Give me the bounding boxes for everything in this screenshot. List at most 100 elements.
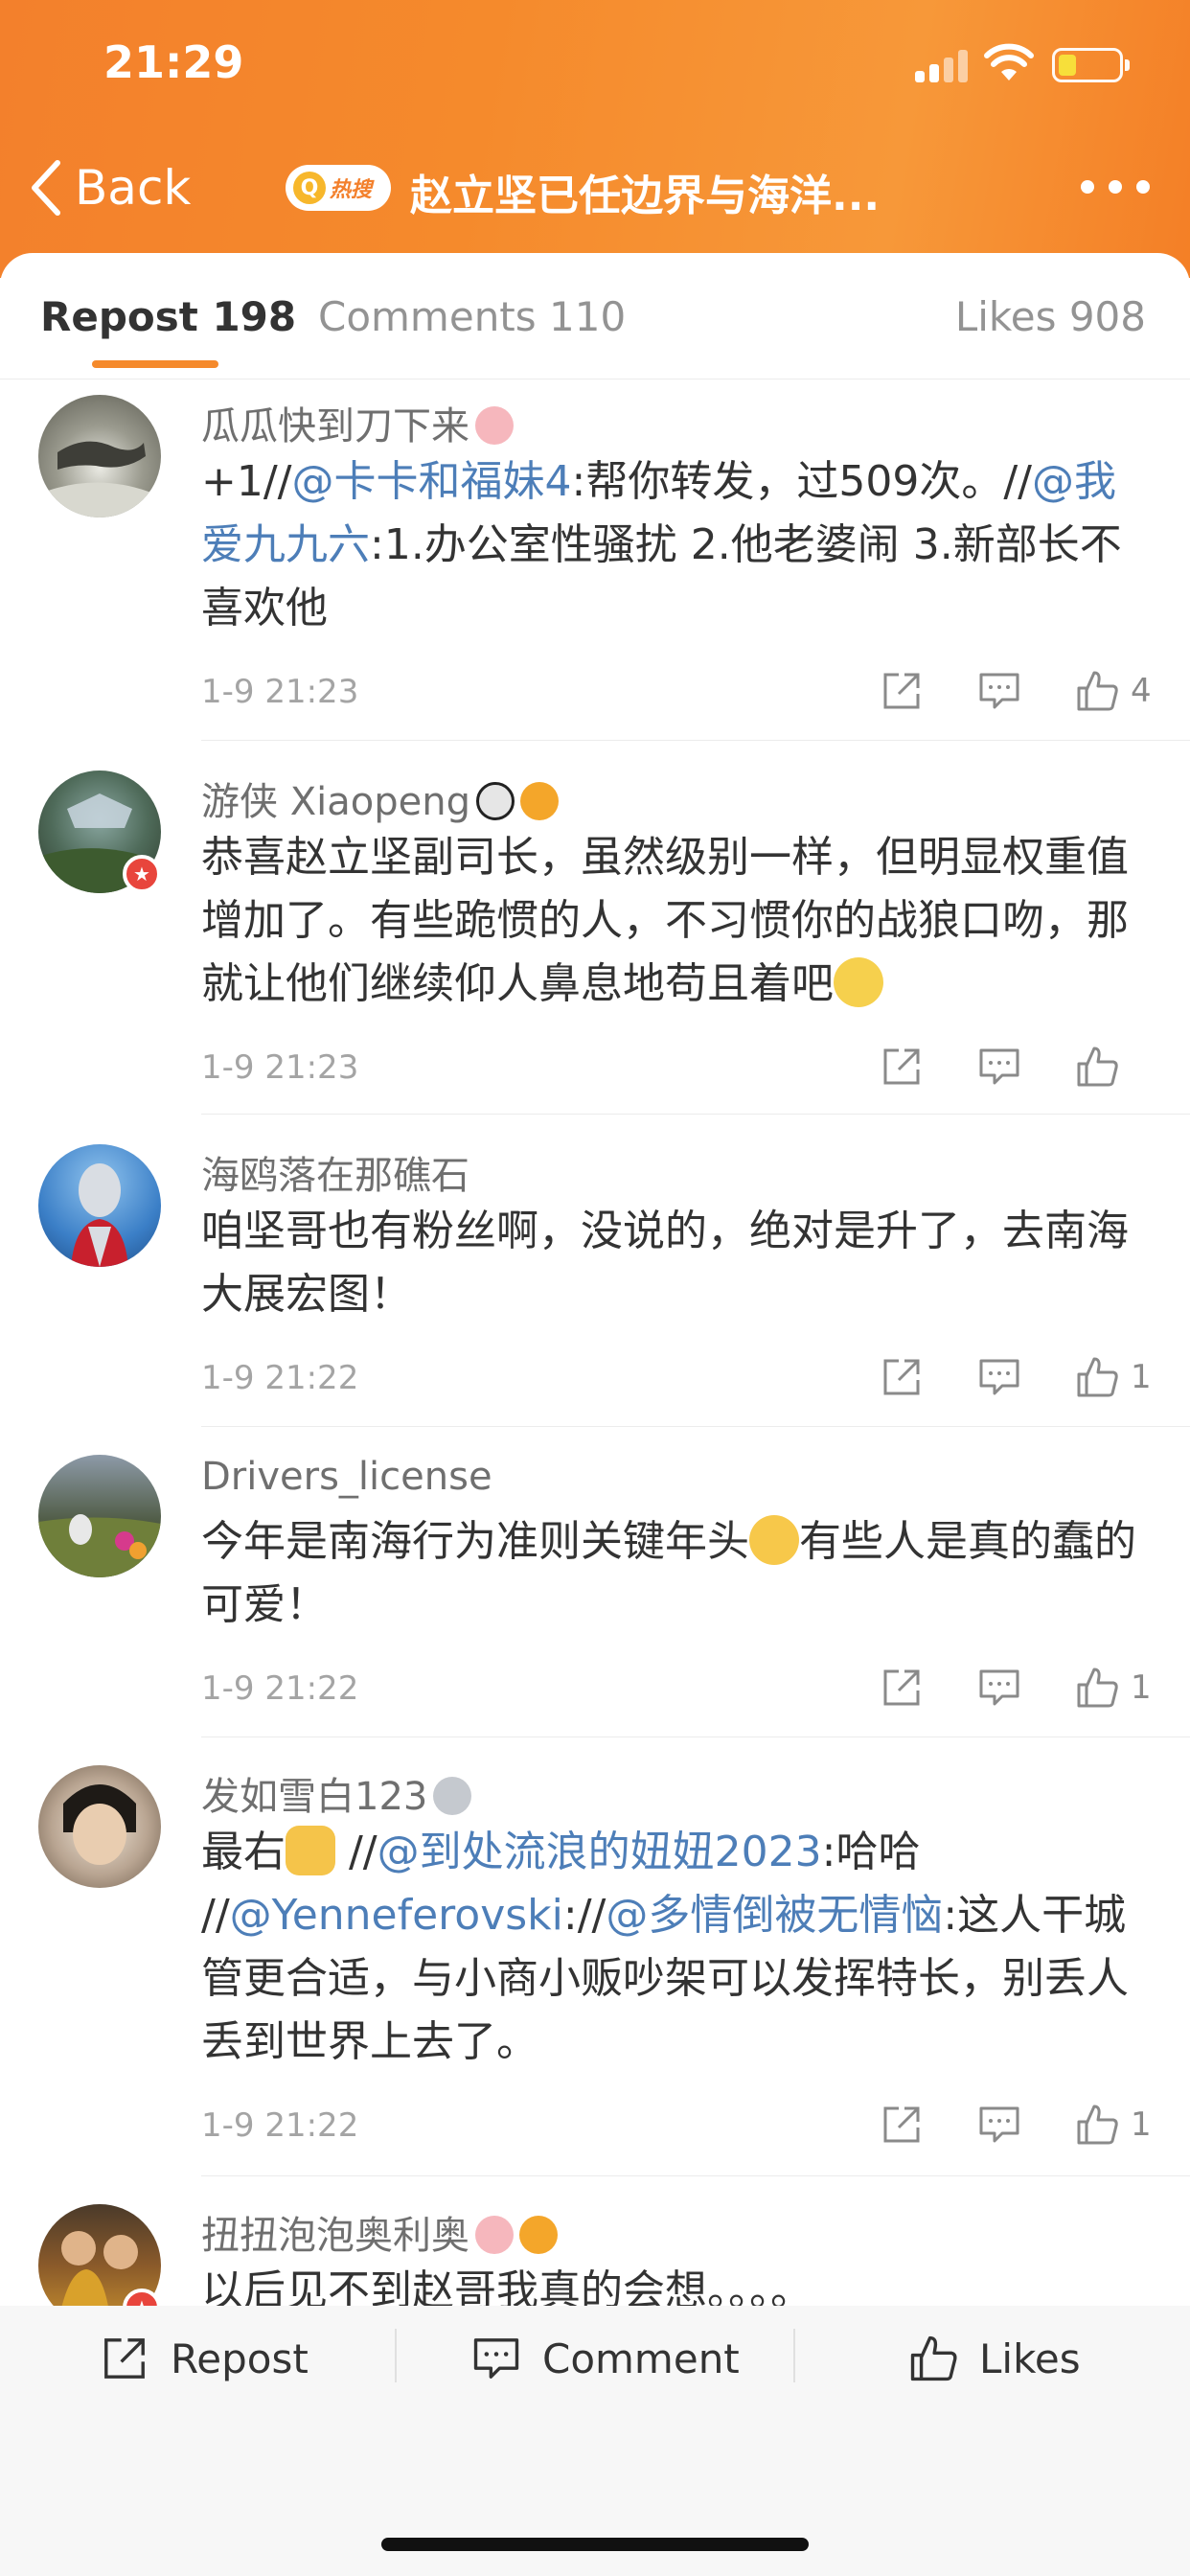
like-count: 1	[1131, 1668, 1152, 1707]
comment-body: 恭喜赵立坚副司长，虽然级别一样，但明显权重值增加了。有些跪惯的人，不习惯你的战狼…	[201, 826, 1150, 1016]
divider	[201, 2175, 1190, 2176]
comment-icon[interactable]	[977, 2103, 1021, 2147]
fish-emoji-icon	[519, 782, 559, 820]
timestamp: 1-9 21:23	[201, 673, 359, 711]
mention-link[interactable]: @卡卡和福妹4	[292, 457, 572, 506]
search-icon: Q	[293, 172, 326, 204]
body-text: :帮你转发，过509次。//	[571, 457, 1032, 506]
comment-actions: 4	[826, 667, 1152, 715]
username[interactable]: 发如雪白123	[201, 1765, 472, 1821]
love-emoji-icon	[749, 1515, 799, 1565]
username[interactable]: Drivers_license	[201, 1455, 492, 1499]
mention-link[interactable]: @Yenneferovski	[230, 1891, 563, 1940]
divider	[793, 2329, 795, 2382]
back-button[interactable]: Back	[29, 157, 191, 218]
share-icon[interactable]	[880, 2103, 924, 2147]
username[interactable]: 游侠 Xiaopeng	[201, 770, 559, 826]
share-icon[interactable]	[880, 1355, 924, 1399]
divider	[395, 2329, 397, 2382]
divider	[201, 1736, 1190, 1737]
like-icon[interactable]	[1075, 1355, 1119, 1399]
avatar[interactable]	[38, 1144, 161, 1267]
like-icon[interactable]	[1075, 2103, 1119, 2147]
thumbs-up-emoji-icon	[286, 1826, 335, 1875]
comment-icon[interactable]	[977, 1355, 1021, 1399]
likes-button[interactable]: Likes	[908, 2306, 1081, 2411]
username[interactable]: 扭扭泡泡奥利奥	[201, 2204, 558, 2260]
like-icon	[910, 2335, 957, 2381]
back-label: Back	[75, 160, 192, 216]
pig-emoji-icon	[475, 2216, 514, 2254]
comment-body: 今年是南海行为准则关键年头 有些人是真的蠢的可爱！	[201, 1510, 1150, 1637]
share-icon[interactable]	[880, 669, 924, 713]
divider	[201, 1426, 1190, 1427]
timestamp: 1-9 21:23	[201, 1048, 359, 1087]
avatar[interactable]	[38, 395, 161, 518]
body-text: //	[335, 1828, 378, 1876]
like-count: 1	[1131, 1358, 1152, 1396]
share-icon[interactable]	[880, 1045, 924, 1089]
username-text: 瓜瓜快到刀下来	[201, 404, 469, 448]
username[interactable]: 瓜瓜快到刀下来	[201, 395, 514, 450]
comment-body: 最右 //@到处流浪的妞妞2023:哈哈 //@Yenneferovski://…	[201, 1821, 1150, 2074]
cellular-signal-icon	[915, 50, 969, 82]
timestamp: 1-9 21:22	[201, 1669, 359, 1708]
comment-icon[interactable]	[977, 1666, 1021, 1710]
panda-emoji-icon	[475, 782, 515, 820]
home-indicator	[381, 2538, 809, 2551]
thinking-emoji-icon	[834, 957, 883, 1007]
comment-actions: 1	[826, 1353, 1152, 1401]
more-options-icon[interactable]	[1081, 180, 1150, 197]
share-icon[interactable]	[880, 1666, 924, 1710]
body-text: +1//	[201, 457, 292, 506]
like-icon[interactable]	[1075, 669, 1119, 713]
comment-icon	[473, 2338, 519, 2379]
hot-search-label: 热搜	[330, 178, 373, 202]
status-bar: 21:29	[0, 0, 1190, 134]
page-title: 赵立坚已任边界与海洋...	[410, 172, 881, 220]
avatar[interactable]	[38, 1455, 161, 1577]
comment-actions: 1	[826, 2101, 1152, 2149]
body-text: 最右	[201, 1828, 286, 1876]
tab-likes[interactable]: Likes 908	[955, 293, 1146, 340]
bottom-action-bar: Repost Comment Likes	[0, 2306, 1190, 2576]
hot-search-badge[interactable]: Q 热搜	[286, 165, 391, 211]
username-text: 游侠 Xiaopeng	[201, 780, 470, 824]
comment-body: 咱坚哥也有粉丝啊，没说的，绝对是升了，去南海大展宏图！	[201, 1207, 1129, 1319]
fish-emoji-icon	[519, 2216, 558, 2254]
like-icon[interactable]	[1075, 1666, 1119, 1710]
avatar[interactable]	[38, 1765, 161, 1888]
status-time: 21:29	[103, 36, 244, 88]
repost-button[interactable]: Repost	[100, 2306, 309, 2411]
tab-repost[interactable]: Repost 198	[40, 293, 296, 340]
comment-button[interactable]: Comment	[471, 2306, 740, 2411]
comment-icon[interactable]	[977, 669, 1021, 713]
username-text: 扭扭泡泡奥利奥	[201, 2214, 469, 2258]
mention-link[interactable]: @多情倒被无情恼	[606, 1891, 943, 1940]
medal-icon	[433, 1777, 472, 1815]
pig-emoji-icon	[475, 406, 514, 445]
timestamp: 1-9 21:22	[201, 1359, 359, 1397]
share-icon	[104, 2338, 145, 2379]
nav-bar: Back Q 热搜 赵立坚已任边界与海洋...	[0, 144, 1190, 230]
divider	[201, 740, 1190, 741]
like-count: 4	[1131, 672, 1152, 710]
divider	[201, 1114, 1190, 1115]
header: 21:29 Back Q 热搜 赵立坚已任边界与海洋...	[0, 0, 1190, 278]
tab-bar: Repost 198 Comments 110 Likes 908	[0, 253, 1190, 380]
comment-icon[interactable]	[977, 1045, 1021, 1089]
mention-link[interactable]: @到处流浪的妞妞2023	[378, 1828, 822, 1876]
active-tab-indicator	[92, 360, 218, 368]
timestamp: 1-9 21:22	[201, 2106, 359, 2145]
like-count: 1	[1131, 2105, 1152, 2144]
like-icon[interactable]	[1075, 1045, 1119, 1089]
battery-icon	[1052, 48, 1130, 82]
username[interactable]: 海鸥落在那礁石	[201, 1144, 469, 1200]
comment-actions	[826, 1043, 1150, 1091]
comment-body: +1//@卡卡和福妹4:帮你转发，过509次。//@我爱九九六:1.办公室性骚扰…	[201, 450, 1150, 640]
tab-comments[interactable]: Comments 110	[318, 293, 626, 340]
username-text: 发如雪白123	[201, 1775, 428, 1819]
body-text: 今年是南海行为准则关键年头	[201, 1517, 749, 1566]
repost-label: Repost	[171, 2334, 309, 2382]
body-text: 恭喜赵立坚副司长，虽然级别一样，但明显权重值增加了。有些跪惯的人，不习惯你的战狼…	[201, 833, 1129, 1008]
